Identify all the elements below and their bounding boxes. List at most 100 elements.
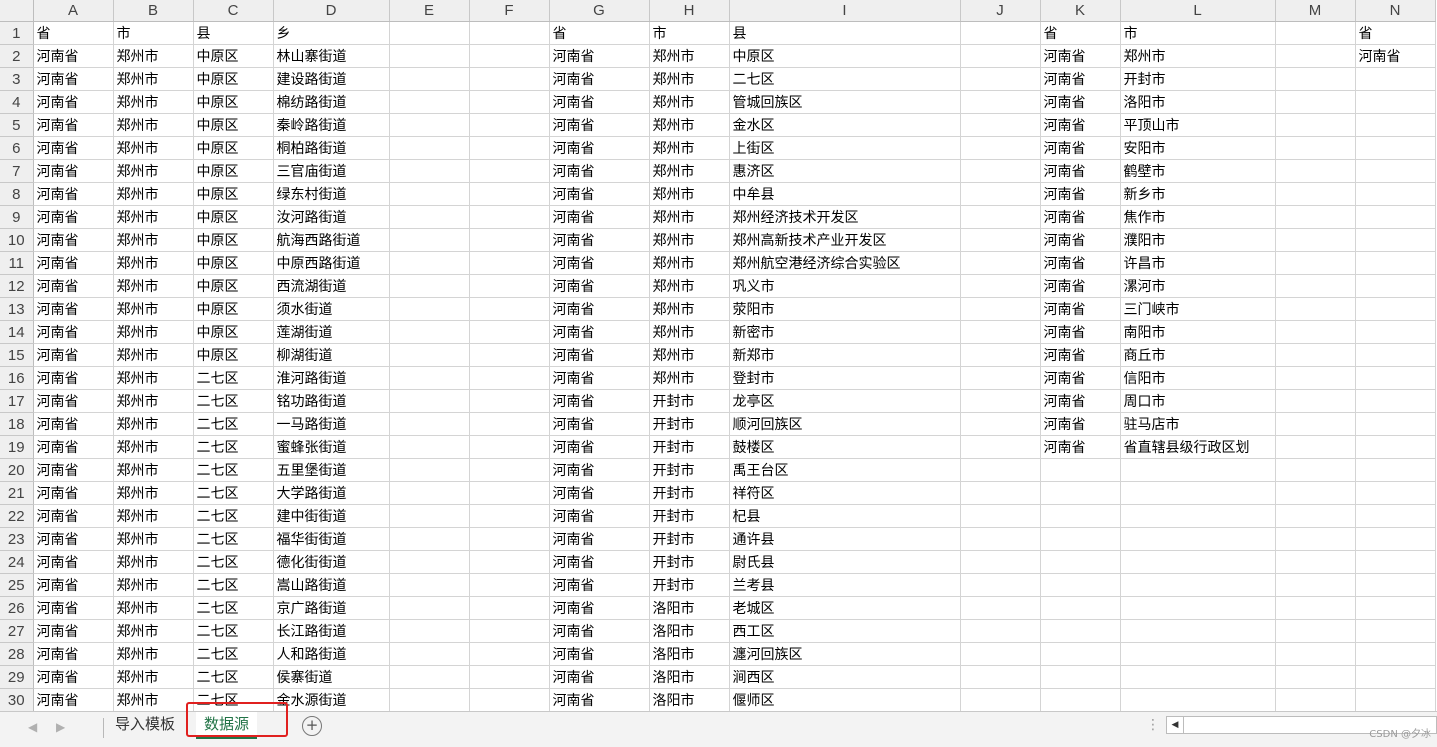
cell[interactable]: 中原区 — [193, 205, 274, 229]
cell[interactable]: 河南省 — [33, 159, 114, 183]
cell[interactable] — [389, 90, 470, 114]
cell[interactable]: 郑州市 — [113, 642, 194, 666]
row-header[interactable]: 24 — [0, 550, 34, 574]
cell[interactable] — [1355, 688, 1436, 711]
row-header[interactable]: 12 — [0, 274, 34, 298]
cell[interactable]: 市 — [1120, 21, 1276, 45]
cell[interactable]: 河南省 — [33, 44, 114, 68]
cell[interactable]: 三官庙街道 — [273, 159, 390, 183]
cell[interactable]: 洛阳市 — [1120, 90, 1276, 114]
cell[interactable] — [1040, 642, 1121, 666]
select-all-corner[interactable] — [0, 0, 34, 22]
cell[interactable] — [1275, 573, 1356, 597]
cell[interactable] — [389, 343, 470, 367]
cell[interactable] — [389, 159, 470, 183]
cell[interactable] — [960, 481, 1041, 505]
cell[interactable]: 金水区 — [729, 113, 961, 137]
cell[interactable]: 河南省 — [549, 596, 650, 620]
cell[interactable]: 河南省 — [1040, 228, 1121, 252]
row-header[interactable]: 16 — [0, 366, 34, 390]
column-header-h[interactable]: H — [649, 0, 730, 22]
cell[interactable]: 河南省 — [549, 550, 650, 574]
cell[interactable] — [960, 343, 1041, 367]
cell[interactable]: 郑州市 — [113, 159, 194, 183]
cell[interactable] — [1120, 504, 1276, 528]
cell[interactable]: 河南省 — [549, 573, 650, 597]
cell[interactable]: 郑州市 — [113, 113, 194, 137]
cell[interactable]: 省 — [549, 21, 650, 45]
cell[interactable]: 瀍河回族区 — [729, 642, 961, 666]
cell[interactable] — [469, 573, 550, 597]
cell[interactable]: 中原区 — [193, 320, 274, 344]
cell[interactable]: 河南省 — [549, 642, 650, 666]
cell[interactable] — [960, 67, 1041, 91]
cell[interactable] — [389, 504, 470, 528]
row-header[interactable]: 27 — [0, 619, 34, 643]
cell[interactable]: 莲湖街道 — [273, 320, 390, 344]
cell[interactable] — [1355, 596, 1436, 620]
cell[interactable]: 河南省 — [1040, 205, 1121, 229]
cell[interactable] — [389, 527, 470, 551]
cell[interactable] — [389, 550, 470, 574]
cell[interactable]: 开封市 — [649, 458, 730, 482]
column-header-b[interactable]: B — [113, 0, 194, 22]
cell[interactable]: 县 — [193, 21, 274, 45]
cell[interactable]: 京广路街道 — [273, 596, 390, 620]
cell[interactable]: 河南省 — [549, 320, 650, 344]
cell[interactable]: 濮阳市 — [1120, 228, 1276, 252]
cell[interactable] — [389, 573, 470, 597]
cell[interactable]: 河南省 — [33, 389, 114, 413]
cell[interactable]: 河南省 — [1040, 274, 1121, 298]
cell[interactable]: 二七区 — [193, 642, 274, 666]
cell[interactable] — [469, 136, 550, 160]
cell[interactable] — [1275, 182, 1356, 206]
cell[interactable] — [1355, 412, 1436, 436]
cell[interactable] — [1040, 619, 1121, 643]
column-header-k[interactable]: K — [1040, 0, 1121, 22]
cell[interactable]: 河南省 — [33, 320, 114, 344]
cell[interactable]: 郑州市 — [113, 251, 194, 275]
cell[interactable] — [960, 90, 1041, 114]
cell[interactable]: 河南省 — [1040, 297, 1121, 321]
cell[interactable] — [1040, 688, 1121, 711]
cell[interactable] — [1120, 688, 1276, 711]
cell[interactable] — [469, 527, 550, 551]
cell[interactable] — [469, 550, 550, 574]
cell[interactable] — [469, 688, 550, 711]
cell[interactable]: 铭功路街道 — [273, 389, 390, 413]
cell[interactable]: 省 — [33, 21, 114, 45]
row-header[interactable]: 29 — [0, 665, 34, 689]
cell[interactable]: 五里堡街道 — [273, 458, 390, 482]
cell[interactable]: 中原区 — [193, 274, 274, 298]
cell[interactable] — [1040, 550, 1121, 574]
cell[interactable]: 漯河市 — [1120, 274, 1276, 298]
cell[interactable]: 老城区 — [729, 596, 961, 620]
row-header[interactable]: 15 — [0, 343, 34, 367]
row-header[interactable]: 5 — [0, 113, 34, 137]
cell[interactable] — [1120, 665, 1276, 689]
cell[interactable] — [389, 688, 470, 711]
cell[interactable]: 禹王台区 — [729, 458, 961, 482]
cell[interactable]: 河南省 — [549, 619, 650, 643]
cell[interactable]: 郑州市 — [113, 182, 194, 206]
cell[interactable]: 建设路街道 — [273, 67, 390, 91]
cell[interactable]: 省 — [1355, 21, 1436, 45]
cell[interactable]: 中原区 — [193, 251, 274, 275]
cell[interactable] — [469, 159, 550, 183]
cell[interactable] — [1275, 251, 1356, 275]
column-header-m[interactable]: M — [1275, 0, 1356, 22]
cell[interactable]: 二七区 — [193, 481, 274, 505]
cell[interactable] — [469, 182, 550, 206]
cell[interactable] — [1275, 435, 1356, 459]
cell[interactable]: 河南省 — [549, 435, 650, 459]
cell[interactable] — [1355, 228, 1436, 252]
cell[interactable]: 郑州市 — [113, 504, 194, 528]
cell[interactable]: 郑州市 — [113, 573, 194, 597]
cell[interactable]: 郑州市 — [649, 274, 730, 298]
cell[interactable]: 柳湖街道 — [273, 343, 390, 367]
cell[interactable]: 河南省 — [33, 90, 114, 114]
column-header-g[interactable]: G — [549, 0, 650, 22]
cell[interactable]: 河南省 — [33, 527, 114, 551]
cell[interactable] — [1040, 596, 1121, 620]
cell[interactable] — [960, 573, 1041, 597]
